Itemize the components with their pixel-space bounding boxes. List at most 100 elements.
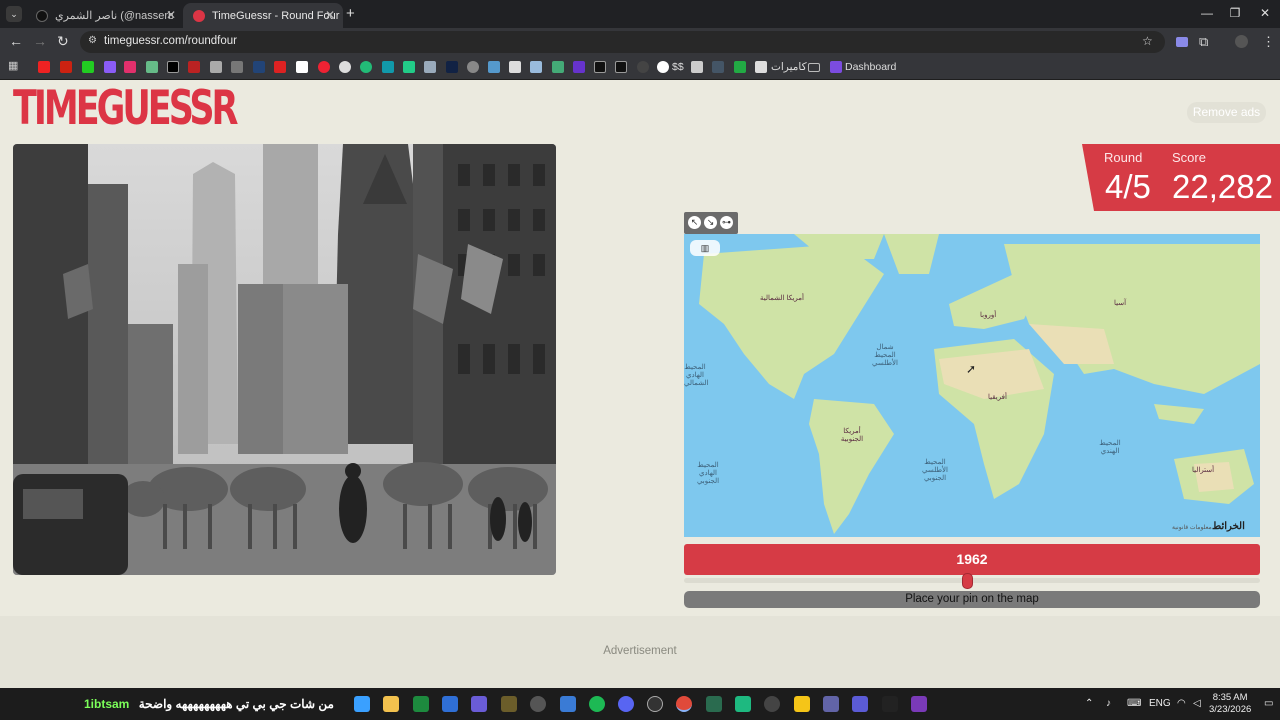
bookmark-icon[interactable] xyxy=(296,61,308,73)
microphone-icon[interactable]: ♪ xyxy=(1106,698,1111,709)
twitch-bookmark-icon[interactable] xyxy=(104,61,116,73)
app-icon[interactable] xyxy=(706,696,722,712)
bookmark-icon[interactable] xyxy=(446,61,458,73)
profile-avatar[interactable] xyxy=(1235,35,1248,48)
timeguessr-logo[interactable]: TIMEGUESSR xyxy=(13,86,238,133)
app-icon[interactable] xyxy=(413,696,429,712)
omnibox[interactable]: ⚙ timeguessr.com/roundfour ☆ xyxy=(80,31,1165,53)
bookmark-label-cameras[interactable]: كاميرات xyxy=(771,61,807,73)
discord-icon[interactable] xyxy=(618,696,634,712)
bookmark-icon[interactable] xyxy=(274,61,286,73)
place-pin-button[interactable]: Place your pin on the map xyxy=(684,591,1260,608)
bookmark-icon[interactable] xyxy=(637,61,649,73)
app-icon[interactable] xyxy=(735,696,751,712)
kick-bookmark-icon[interactable] xyxy=(82,61,94,73)
amazon-bookmark-icon[interactable] xyxy=(509,61,521,73)
site-info-icon[interactable]: ⚙ xyxy=(88,35,97,46)
bookmark-icon[interactable] xyxy=(594,61,606,73)
instagram-bookmark-icon[interactable] xyxy=(124,61,136,73)
youtube-bookmark-icon[interactable] xyxy=(38,61,50,73)
new-tab-icon[interactable]: + xyxy=(346,5,355,22)
app-icon[interactable] xyxy=(911,696,927,712)
bookmark-icon[interactable] xyxy=(530,61,542,73)
bookmark-icon[interactable] xyxy=(488,61,500,73)
close-tab-icon[interactable]: ✕ xyxy=(325,8,335,22)
bookmark-icon[interactable] xyxy=(146,61,158,73)
excel-bookmark-icon[interactable] xyxy=(734,61,746,73)
world-map[interactable]: ▥ أمريكا الشمالية أوروبا آسيا شمال المحي… xyxy=(684,234,1260,537)
pin-icon[interactable]: ⊶ xyxy=(720,216,733,229)
extension-discord-icon[interactable] xyxy=(1176,37,1188,47)
bookmark-icon[interactable] xyxy=(339,61,351,73)
folder-icon[interactable] xyxy=(808,63,820,72)
bookmark-icon[interactable] xyxy=(360,61,372,73)
bookmark-icon[interactable] xyxy=(467,61,479,73)
wifi-icon[interactable]: ◠ xyxy=(1177,698,1186,709)
tab-tiktok[interactable]: ناصر الشمري (@nasserbf4) ✕ xyxy=(26,3,184,28)
reload-icon[interactable]: ↻ xyxy=(57,33,69,50)
dashboard-icon[interactable] xyxy=(830,61,842,73)
close-window-icon[interactable]: ✕ xyxy=(1250,6,1280,20)
app-icon[interactable] xyxy=(882,696,898,712)
shrink-icon[interactable]: ↘ xyxy=(704,216,717,229)
system-clock[interactable]: 8:35 AM 3/23/2026 xyxy=(1209,692,1251,716)
close-tab-icon[interactable]: ✕ xyxy=(166,8,176,22)
bookmark-label[interactable]: $$ xyxy=(672,61,684,73)
sticky-notes-icon[interactable] xyxy=(794,696,810,712)
spotify-icon[interactable] xyxy=(589,696,605,712)
file-explorer-icon[interactable] xyxy=(383,696,399,712)
tray-overflow-icon[interactable]: ⌃ xyxy=(1085,698,1093,709)
app-icon[interactable] xyxy=(764,696,780,712)
mail-icon[interactable] xyxy=(442,696,458,712)
chrome-icon[interactable] xyxy=(676,696,692,712)
language-indicator[interactable]: ENG xyxy=(1149,698,1171,709)
app-icon[interactable] xyxy=(852,696,868,712)
bookmark-icon[interactable] xyxy=(712,61,724,73)
shield-icon[interactable] xyxy=(560,696,576,712)
bookmark-icon[interactable] xyxy=(318,61,330,73)
expand-icon[interactable]: ↖ xyxy=(688,216,701,229)
remove-ads-button[interactable]: Remove ads xyxy=(1187,102,1266,123)
minimize-icon[interactable]: — xyxy=(1192,6,1222,20)
bookmark-icon[interactable] xyxy=(210,61,222,73)
bookmark-star-icon[interactable]: ☆ xyxy=(1142,34,1153,48)
app-icon[interactable] xyxy=(647,696,663,712)
keyboard-icon[interactable]: ⌨ xyxy=(1127,698,1141,709)
bookmark-label-dashboard[interactable]: Dashboard xyxy=(845,61,896,73)
ticker-message: من شات جي بي تي هههههههههه واضحة xyxy=(138,697,334,711)
bookmark-icon[interactable] xyxy=(188,61,200,73)
bookmark-icon[interactable] xyxy=(60,61,72,73)
google-bookmark-icon[interactable] xyxy=(657,61,669,73)
bookmark-icon[interactable] xyxy=(253,61,265,73)
bookmark-icon[interactable] xyxy=(755,61,767,73)
bookmark-icon[interactable] xyxy=(424,61,436,73)
bookmark-icon[interactable] xyxy=(573,61,585,73)
apps-grid-icon[interactable]: ▦ xyxy=(8,59,20,72)
bookmark-icon[interactable] xyxy=(382,61,394,73)
bookmark-icon[interactable] xyxy=(231,61,243,73)
bookmark-icon[interactable] xyxy=(403,61,415,73)
notification-icon[interactable]: ▭ xyxy=(1264,698,1273,709)
tab-search-icon[interactable]: ⌄ xyxy=(6,6,22,22)
x-bookmark-icon[interactable] xyxy=(167,61,179,73)
year-slider-handle[interactable] xyxy=(962,573,973,589)
4k-icon[interactable] xyxy=(530,696,546,712)
menu-dots-icon[interactable]: ⋮ xyxy=(1262,34,1275,50)
extensions-icon[interactable]: ⧉ xyxy=(1199,34,1208,50)
volume-icon[interactable]: ◁ xyxy=(1193,698,1201,709)
start-icon[interactable] xyxy=(354,696,370,712)
bookmark-icon[interactable] xyxy=(552,61,564,73)
forward-icon[interactable]: → xyxy=(33,33,47,49)
tab-timeguessr[interactable]: TimeGuessr - Round Four ✕ xyxy=(183,3,343,28)
url-text[interactable]: timeguessr.com/roundfour xyxy=(104,35,237,47)
teams-icon[interactable] xyxy=(823,696,839,712)
back-icon[interactable]: ← xyxy=(9,33,23,49)
bookmark-icon[interactable] xyxy=(691,61,703,73)
app-icon[interactable] xyxy=(501,696,517,712)
bookmark-icon[interactable] xyxy=(615,61,627,73)
map-icon[interactable]: ▥ xyxy=(690,240,720,256)
app-icon[interactable] xyxy=(471,696,487,712)
map-legal-link[interactable]: معلومات قانونية xyxy=(1172,524,1212,532)
clock-time: 8:35 AM xyxy=(1212,692,1248,703)
restore-icon[interactable]: ❐ xyxy=(1220,6,1250,20)
